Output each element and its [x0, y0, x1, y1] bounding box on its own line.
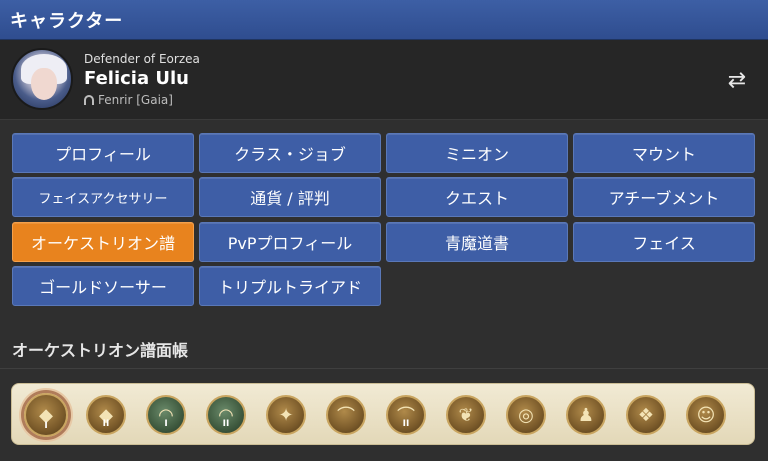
section-divider: [0, 368, 768, 369]
feather-medal-icon[interactable]: ❖: [626, 395, 666, 435]
emblem-medal-icon[interactable]: ✦: [266, 395, 306, 435]
profile-panel: Defender of Eorzea Felicia Ulu Fenrir [G…: [0, 40, 768, 120]
menu-button-4[interactable]: マウント: [573, 133, 755, 173]
swap-icon[interactable]: ⇄: [724, 68, 750, 93]
menu-button-6[interactable]: 通貨 / 評判: [199, 177, 381, 217]
medal-tray: ◆ I ◆ II ◠ I ◠ II ✦ ⌒ ⌒ II ❦ ◎ ♟ ❖ ☺: [11, 383, 755, 445]
character-title: Defender of Eorzea: [84, 52, 200, 66]
avatar: [11, 48, 73, 110]
medal-glyph: ☺: [696, 404, 716, 426]
menu-button-13[interactable]: ゴールドソーサー: [12, 266, 194, 306]
medal-numeral: I: [44, 421, 48, 431]
window-titlebar: キャラクター: [0, 0, 768, 40]
menu-button-12[interactable]: フェイス: [573, 222, 755, 262]
crystal-medal-icon[interactable]: ◆ II: [86, 395, 126, 435]
window-title: キャラクター: [10, 10, 124, 32]
menu-button-9[interactable]: オーケストリオン譜: [12, 222, 194, 262]
menu-button-1[interactable]: プロフィール: [12, 133, 194, 173]
world-label: Fenrir [Gaia]: [98, 93, 173, 107]
medal-glyph: ❦: [458, 404, 474, 426]
cat-medal-icon[interactable]: ☺: [686, 395, 726, 435]
medal-numeral: II: [222, 419, 230, 429]
menu-button-2[interactable]: クラス・ジョブ: [199, 133, 381, 173]
medal-glyph: ♟: [577, 404, 595, 426]
medal-glyph: ✦: [278, 404, 294, 426]
section-title: オーケストリオン譜面帳: [12, 341, 189, 360]
world-info: Fenrir [Gaia]: [84, 93, 173, 107]
medal-numeral: II: [102, 419, 110, 429]
arch-medal-icon[interactable]: ⌒: [326, 395, 366, 435]
menu-button-3[interactable]: ミニオン: [386, 133, 568, 173]
bag-medal-icon[interactable]: ♟: [566, 395, 606, 435]
menu-button-7[interactable]: クエスト: [386, 177, 568, 217]
cave-medal-icon[interactable]: ◠ II: [206, 395, 246, 435]
medal-numeral: I: [164, 419, 168, 429]
arch-medal-icon[interactable]: ⌒ II: [386, 395, 426, 435]
medal-glyph: ❖: [637, 404, 655, 426]
medal-glyph: ◎: [518, 404, 534, 426]
medal-glyph: ⌒: [337, 406, 355, 427]
avatar-face: [31, 68, 57, 100]
ring-medal-icon[interactable]: ◎: [506, 395, 546, 435]
medal-numeral: II: [402, 419, 410, 429]
character-name: Felicia Ulu: [84, 68, 189, 89]
menu-button-14[interactable]: トリプルトライアド: [199, 266, 381, 306]
crystal-medal-icon[interactable]: ◆ I: [24, 393, 68, 437]
world-icon: [84, 95, 94, 105]
menu-button-11[interactable]: 青魔道書: [386, 222, 568, 262]
bird-medal-icon[interactable]: ❦: [446, 395, 486, 435]
menu-button-5[interactable]: フェイスアクセサリー: [12, 177, 194, 217]
menu-button-10[interactable]: PvPプロフィール: [199, 222, 381, 262]
menu-button-8[interactable]: アチーブメント: [573, 177, 755, 217]
cave-medal-icon[interactable]: ◠ I: [146, 395, 186, 435]
